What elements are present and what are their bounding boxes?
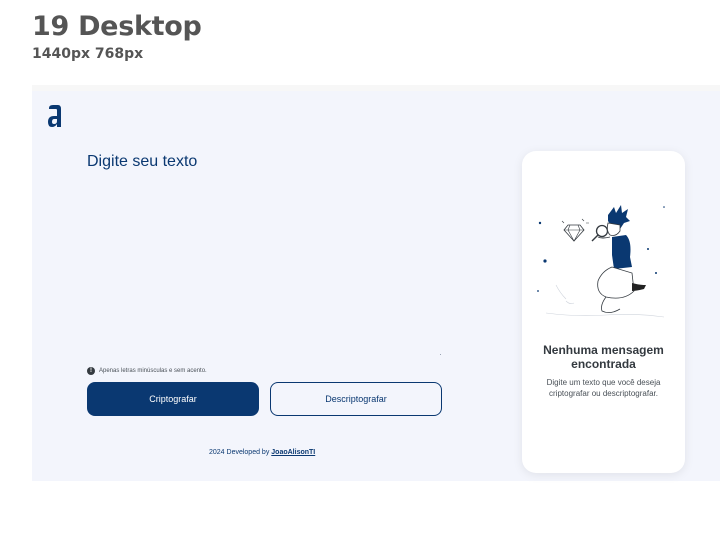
output-title: Nenhuma mensagem encontrada <box>543 343 664 371</box>
frame-size-label: 1440px 768px <box>32 46 144 62</box>
alura-logo-icon <box>48 105 61 127</box>
encrypt-button[interactable]: Criptografar <box>87 382 259 416</box>
output-description: Digite um texto que você deseja criptogr… <box>546 378 661 398</box>
decrypt-button[interactable]: Descriptografar <box>270 382 442 416</box>
input-hint: ! Apenas letras minúsculas e sem acento. <box>87 367 207 375</box>
message-input-wrapper <box>87 153 442 358</box>
app-canvas: ! Apenas letras minúsculas e sem acento.… <box>32 91 720 481</box>
hint-text: Apenas letras minúsculas e sem acento. <box>99 368 207 374</box>
frame-title: 19 Desktop <box>32 11 202 42</box>
boy-with-magnifier-illustration <box>537 205 665 318</box>
message-input[interactable] <box>87 153 442 358</box>
output-card: Nenhuma mensagem encontrada Digite um te… <box>522 151 685 473</box>
textarea-resize-dot <box>440 354 441 355</box>
footer-author-link[interactable]: JoaoAlisonTI <box>271 449 315 456</box>
footer: 2024 Developed by JoaoAlisonTI <box>209 449 315 456</box>
footer-text: 2024 Developed by <box>209 449 272 456</box>
exclamation-circle-icon: ! <box>87 367 95 375</box>
